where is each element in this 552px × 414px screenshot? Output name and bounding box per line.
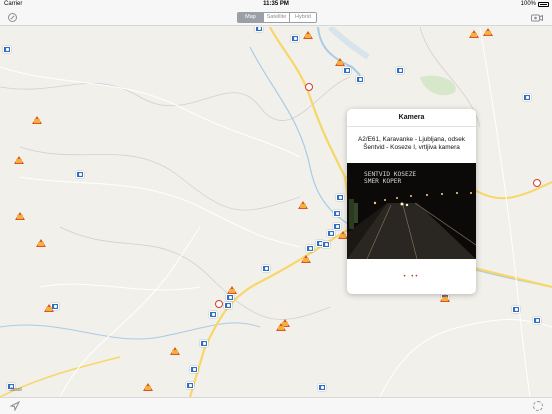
camera-marker[interactable] [190,366,198,373]
camera-marker[interactable] [333,210,341,217]
camera-description: A2/E61, Karavanke - Ljubljana, odsek Šen… [358,136,465,151]
camera-marker[interactable] [512,306,520,313]
camera-marker[interactable] [333,223,341,230]
battery-icon [538,2,549,7]
no-entry-marker[interactable] [533,179,541,187]
camera-snapshot[interactable]: SENTVID KOSEZE SMER KOPER [347,163,476,259]
camera-marker[interactable] [322,241,330,248]
warning-marker[interactable] [227,286,237,294]
camera-marker[interactable] [396,67,404,74]
warning-marker[interactable] [298,201,308,209]
status-bar: Carrier 11:35 PM 100% [0,0,552,10]
camera-marker[interactable] [3,46,11,53]
camera-marker[interactable] [306,245,314,252]
map-place-label: Jesol [10,387,22,393]
camera-marker[interactable] [356,76,364,83]
location-arrow-icon[interactable] [10,401,20,411]
map-type-segmented-control: Map Satellite Hybrid [237,12,317,23]
no-entry-marker[interactable] [215,300,223,308]
battery-percent: 100% [520,1,536,7]
camera-marker[interactable] [224,302,232,309]
camera-marker[interactable] [186,382,194,389]
warning-marker[interactable] [303,31,313,39]
camera-marker[interactable] [343,67,351,74]
warning-marker[interactable] [469,30,479,38]
popover-title: Kamera [398,114,425,121]
page-indicator[interactable]: • •• [347,274,476,280]
nav-bar: Map Satellite Hybrid [0,10,552,26]
clock: 11:35 PM [263,1,289,7]
segment-satellite[interactable]: Satellite [264,13,290,22]
warning-marker[interactable] [143,383,153,391]
warning-marker[interactable] [32,116,42,124]
camera-marker[interactable] [327,230,335,237]
camera-marker[interactable] [336,194,344,201]
compass-icon[interactable] [8,13,17,22]
popover-divider [347,126,476,127]
segment-map[interactable]: Map [238,13,264,22]
no-entry-marker[interactable] [305,83,313,91]
bottom-toolbar [0,397,552,414]
warning-marker[interactable] [483,28,493,36]
camera-marker[interactable] [200,340,208,347]
warning-marker[interactable] [44,304,54,312]
camera-popover: Kamera A2/E61, Karavanke - Ljubljana, od… [347,109,476,294]
warning-marker[interactable] [15,212,25,220]
camera-marker[interactable] [318,384,326,391]
camera-marker[interactable] [291,35,299,42]
camera-overlay-text: SENTVID KOSEZE SMER KOPER [364,171,416,185]
warning-marker[interactable] [170,347,180,355]
camera-marker[interactable] [226,294,234,301]
warning-marker[interactable] [276,323,286,331]
warning-marker[interactable] [14,156,24,164]
camera-marker[interactable] [209,311,217,318]
gear-icon[interactable] [533,401,543,411]
camera-marker[interactable] [76,171,84,178]
warning-marker[interactable] [335,58,345,66]
camera-overlay-line2: SMER KOPER [364,178,402,185]
camera-marker[interactable] [255,27,263,32]
camera-overlay-line1: SENTVID KOSEZE [364,171,417,178]
camera-marker[interactable] [533,317,541,324]
warning-marker[interactable] [440,294,450,302]
warning-marker[interactable] [301,255,311,263]
warning-marker[interactable] [36,239,46,247]
camera-marker[interactable] [523,94,531,101]
camera-list-icon[interactable] [531,13,543,22]
camera-marker[interactable] [262,265,270,272]
segment-hybrid[interactable]: Hybrid [290,13,316,22]
